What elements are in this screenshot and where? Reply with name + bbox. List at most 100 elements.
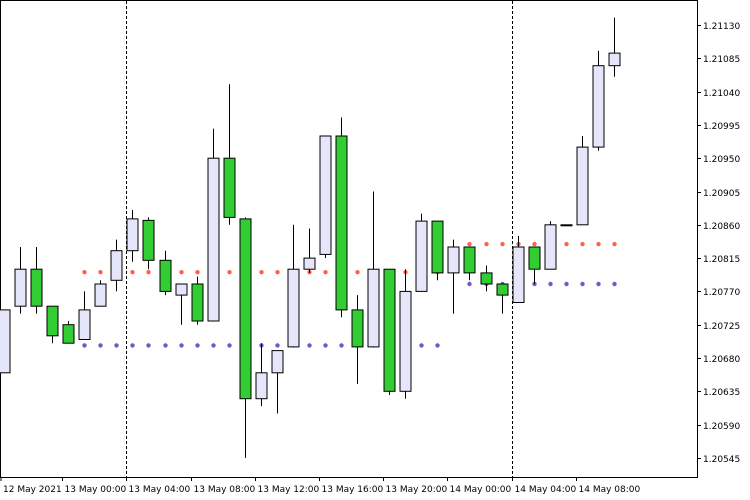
y-tick-label: 1.20725: [703, 322, 740, 332]
lower-level-dot: [82, 343, 87, 348]
lower-level-dot: [419, 343, 424, 348]
candle-body-up: [319, 135, 332, 255]
candle-body-down: [223, 157, 236, 218]
lower-level-dot: [163, 343, 168, 348]
upper-level-dot: [596, 241, 601, 247]
upper-level-dot: [195, 269, 200, 275]
candle: [62, 321, 75, 344]
upper-level-dot: [98, 269, 103, 275]
y-tick-label: 1.21085: [703, 55, 740, 65]
candle-body-down: [191, 283, 204, 322]
candle-body-down: [159, 259, 172, 292]
lower-level-dot: [564, 281, 569, 287]
lower-level-dot: [307, 343, 312, 348]
upper-level-dot: [467, 241, 472, 247]
upper-level-dot: [146, 269, 151, 275]
candle-body-up: [544, 224, 557, 270]
x-tick-label: 13 May 20:00: [386, 485, 448, 495]
candle: [592, 50, 605, 151]
candle-body-up: [255, 372, 268, 400]
price-chart: 1.21130 1.21085 1.21040 1.20995 1.20950 1.209…: [0, 0, 740, 495]
candle-body-down: [62, 324, 75, 344]
x-tick-label: 14 May 00:00: [450, 485, 512, 495]
lower-level-dot: [323, 343, 328, 348]
candle-body-down: [528, 246, 541, 270]
candle: [0, 309, 11, 374]
candle-body-down: [239, 218, 252, 400]
candle-body-down: [383, 268, 396, 392]
y-tick-label: 1.20950: [703, 155, 740, 165]
candle-body-up: [175, 283, 188, 296]
y-tick-label: 1.20905: [703, 189, 740, 199]
candle-body-down: [480, 272, 493, 285]
candle-body-up: [287, 268, 300, 348]
lower-level-dot: [98, 343, 103, 348]
candle-body-up: [512, 246, 525, 303]
candle-body-up: [207, 157, 220, 322]
upper-level-dot: [259, 269, 264, 275]
candle-body-down: [30, 268, 43, 307]
lower-level-dot: [227, 343, 232, 348]
candle: [319, 135, 332, 259]
x-tick-label: 14 May 04:00: [515, 485, 577, 495]
lower-level-dot: [580, 281, 585, 287]
candle-body-down: [496, 283, 509, 296]
lower-level-dot: [211, 343, 216, 348]
y-tick-label: 1.20860: [703, 222, 740, 232]
candle-body-up: [126, 218, 139, 252]
candle-body-up: [399, 290, 412, 392]
time-axis: 12 May 2021 13 May 00:00 13 May 04:00 13 Ma…: [0, 477, 640, 495]
upper-level-dot: [323, 269, 328, 275]
candle-body-up: [576, 146, 589, 226]
upper-level-dot: [484, 241, 489, 247]
y-tick-label: 1.20545: [703, 455, 740, 465]
candle-body-up: [608, 52, 621, 67]
candle-body-up: [303, 257, 316, 270]
upper-level-dot: [82, 269, 87, 275]
candle: [544, 221, 557, 270]
y-tick-label: 1.20680: [703, 355, 740, 365]
y-tick-label: 1.21040: [703, 89, 740, 99]
upper-level-dot: [580, 241, 585, 247]
lower-level-dot: [467, 281, 472, 287]
candle-body-up: [110, 250, 123, 281]
candle-body-down: [431, 220, 444, 274]
lower-level-dot: [548, 281, 553, 287]
candle-body-up: [14, 268, 27, 307]
lower-level-dot: [195, 343, 200, 348]
candle-body-down: [351, 309, 364, 348]
candle-body-up: [0, 309, 11, 374]
upper-level-dot: [275, 269, 280, 275]
y-tick-label: 1.20635: [703, 388, 740, 398]
x-tick-label: 13 May 16:00: [322, 485, 384, 495]
candle-body-up: [78, 309, 91, 340]
upper-level-dot: [355, 269, 360, 275]
lower-level-dot: [612, 281, 617, 287]
y-tick-label: 1.20995: [703, 122, 740, 132]
candle: [431, 220, 444, 281]
candle-body-up: [271, 350, 284, 374]
lower-level-dot: [179, 343, 184, 348]
y-tick-label: 1.20770: [703, 288, 740, 298]
lower-level-dot: [339, 343, 344, 348]
candle: [383, 268, 396, 395]
candle: [560, 224, 573, 227]
y-tick-label: 1.20590: [703, 422, 740, 432]
candle-body-down: [142, 219, 155, 261]
candle: [94, 280, 107, 307]
lower-level-dot: [114, 343, 119, 348]
x-tick-label: 13 May 08:00: [194, 485, 256, 495]
x-tick-label: 13 May 04:00: [129, 485, 191, 495]
candle: [335, 117, 348, 318]
candle: [191, 276, 204, 325]
candle: [415, 213, 428, 292]
price-axis: 1.21130 1.21085 1.21040 1.20995 1.20950 1.209…: [697, 22, 740, 465]
x-tick-label: 12 May 2021: [3, 485, 62, 495]
candle-body-up: [447, 246, 460, 274]
candle-body-up: [94, 283, 107, 307]
lower-level-dot: [146, 343, 151, 348]
lower-level-dot: [435, 343, 440, 348]
upper-level-dot: [500, 241, 505, 247]
candle-body-down: [335, 135, 348, 311]
candle-body-up: [560, 224, 573, 227]
